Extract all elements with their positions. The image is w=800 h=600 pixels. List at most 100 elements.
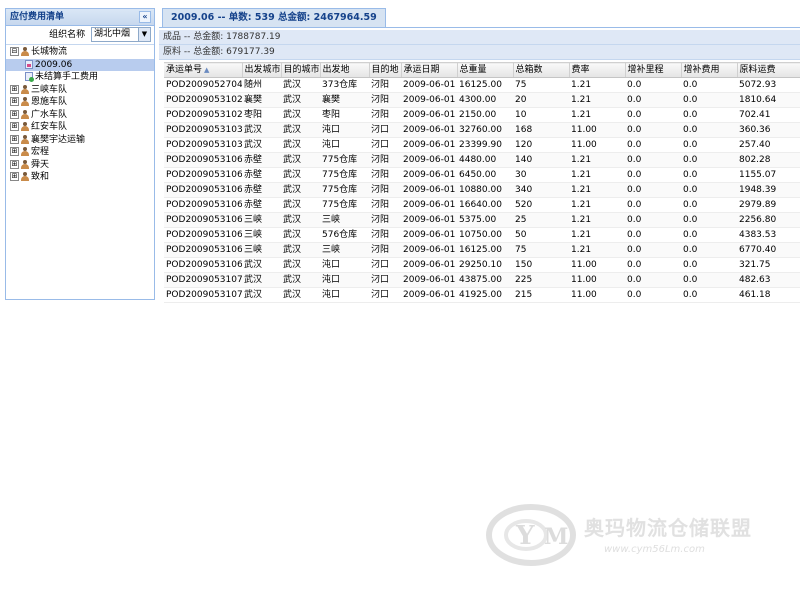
table-cell: 4480.00 [457, 152, 513, 168]
panel-header: 应付费用清单 « [6, 9, 154, 26]
table-cell: 215 [513, 287, 569, 303]
column-header[interactable]: 原料运费 [737, 62, 800, 78]
table-row[interactable]: POD20090531069 武汉 武汉 沌口 汈口 2009-06-01 29250.10… [164, 257, 800, 273]
table-cell: 汈口 [369, 122, 401, 138]
column-header[interactable]: 总箱数 [513, 62, 570, 78]
column-header[interactable]: 总重量 [457, 62, 514, 78]
column-header[interactable]: 增补费用 [681, 62, 738, 78]
table-cell: 6450.00 [457, 167, 513, 183]
expand-node-icon[interactable]: ⊞ [10, 159, 19, 169]
table-cell: 2150.00 [457, 107, 513, 123]
table-cell: 0.0 [625, 227, 681, 243]
table-row[interactable]: POD20090531066 三峡 武汉 576仓库 汈阳 2009-06-01 10750… [164, 227, 800, 243]
table-cell: 20 [513, 92, 569, 108]
group-icon [21, 147, 29, 156]
table-cell: 257.40 [737, 137, 800, 153]
table-cell: 150 [513, 257, 569, 273]
group-icon [21, 47, 29, 56]
table-row[interactable]: POD20090531025 襄樊 武汉 襄樊 汈阳 2009-06-01 4300.00 2… [164, 92, 800, 108]
table-cell: 枣阳 [242, 107, 281, 123]
table-row[interactable]: POD20090531067 三峡 武汉 三峡 汈阳 2009-06-01 16125.00… [164, 242, 800, 258]
table-row[interactable]: POD20090531035 武汉 武汉 沌口 汈口 2009-06-01 23399.90… [164, 137, 800, 153]
table-row[interactable]: POD20090531070 武汉 武汉 沌口 汈口 2009-06-01 43875.00… [164, 272, 800, 288]
tree-node[interactable]: ⊞ 恩施车队 [6, 96, 154, 109]
column-header-label: 费率 [571, 65, 590, 75]
table-cell: 汈口 [369, 137, 401, 153]
tree-node[interactable]: ⊞ 舜天 [6, 159, 154, 172]
column-header-label: 总重量 [459, 65, 487, 75]
org-select[interactable]: 湖北中烟 ▼ [91, 27, 151, 42]
table-cell: 0.0 [681, 77, 737, 93]
column-header[interactable]: 出发城市 [242, 62, 282, 78]
table-cell: 武汉 [242, 137, 281, 153]
table-cell: 10880.00 [457, 182, 513, 198]
table-row[interactable]: POD20090531062 赤壁 武汉 775仓库 汈阳 2009-06-01 6450.… [164, 167, 800, 183]
table-cell: POD20090531070 [164, 272, 242, 288]
table-row[interactable]: POD20090531034 武汉 武汉 沌口 汈口 2009-06-01 32760.00… [164, 122, 800, 138]
tab-month-summary[interactable]: 2009.06 -- 单数: 539 总金额: 2467964.59 [162, 8, 386, 27]
expand-node-icon[interactable]: ⊞ [10, 122, 19, 131]
table-row[interactable]: POD20090531071 武汉 武汉 沌口 汈口 2009-06-01 41925.00… [164, 287, 800, 303]
table-cell: 2009-06-01 [401, 107, 457, 123]
column-header[interactable]: 费率 [569, 62, 626, 78]
tree-node[interactable]: 未结算手工费用 [6, 71, 154, 84]
column-header[interactable]: 出发地 [320, 62, 370, 78]
table-row[interactable]: POD20090531061 赤壁 武汉 775仓库 汈阳 2009-06-01 4480.… [164, 152, 800, 168]
table-cell: 三峡 [320, 242, 369, 258]
table-cell: 775仓库 [320, 182, 369, 198]
waybill-table: 承运单号 ▲ 出发城市 目的城市 出发地 目的地 承运日期 总重量 总箱数 费率 增补里程 增补费用原… [164, 62, 800, 303]
column-header[interactable]: 目的城市 [281, 62, 321, 78]
expand-node-icon[interactable]: ⊞ [10, 172, 19, 181]
table-cell: 0.0 [625, 107, 681, 123]
tree-node[interactable]: ⊞ 三峡车队 [6, 84, 154, 97]
table-cell: 775仓库 [320, 197, 369, 213]
svg-text:M: M [544, 524, 568, 550]
table-row[interactable]: POD20090531026 枣阳 武汉 枣阳 汈阳 2009-06-01 2150.00 1… [164, 107, 800, 123]
table-cell: 1.21 [569, 227, 625, 243]
chevron-down-icon[interactable]: ▼ [138, 28, 150, 41]
column-header[interactable]: 承运日期 [401, 62, 458, 78]
table-cell: 0.0 [681, 152, 737, 168]
tree-node[interactable]: 2009.06 [6, 58, 154, 71]
expand-node-icon[interactable]: ⊞ [10, 109, 19, 119]
table-cell: 武汉 [281, 107, 320, 123]
table-cell: 2009-06-01 [401, 287, 457, 303]
table-cell: 4300.00 [457, 92, 513, 108]
column-header[interactable]: 承运单号 ▲ [164, 62, 243, 78]
tree-node[interactable]: ⊞ 宏程 [6, 146, 154, 159]
table-cell: 沌口 [320, 137, 369, 153]
table-cell: 武汉 [281, 77, 320, 93]
table-cell: 武汉 [281, 137, 320, 153]
table-row[interactable]: POD20090531063 赤壁 武汉 775仓库 汈阳 2009-06-01 10880… [164, 182, 800, 198]
table-cell: 武汉 [281, 287, 320, 303]
table-cell: 0.0 [625, 167, 681, 183]
column-header[interactable]: 增补里程 [625, 62, 682, 78]
column-header[interactable]: 目的地 [369, 62, 402, 78]
table-cell: POD20090531035 [164, 137, 242, 153]
table-cell: 2009-06-01 [401, 197, 457, 213]
table-cell: 11.00 [569, 272, 625, 288]
collapse-icon[interactable]: « [139, 11, 151, 23]
table-row[interactable]: POD20090527045 随州 武汉 373仓库 汈阳 2009-06-01 16125… [164, 77, 800, 93]
tree-node[interactable]: ⊞ 广水车队 [6, 109, 154, 122]
tree-node[interactable]: ⊞ 红安车队 [6, 121, 154, 134]
table-cell: 沌口 [320, 287, 369, 303]
collapse-node-icon[interactable]: ⊟ [10, 47, 19, 56]
table-cell: 武汉 [242, 287, 281, 303]
tree-node[interactable]: ⊞ 襄樊宇达运输 [6, 134, 154, 147]
expand-node-icon[interactable]: ⊞ [10, 147, 19, 156]
tree-node[interactable]: ⊞ 致和 [6, 171, 154, 184]
tree-node[interactable]: ⊟ 长城物流 [6, 46, 154, 59]
expand-node-icon[interactable]: ⊞ [10, 134, 19, 144]
tree-node-label: 红安车队 [31, 122, 68, 132]
expand-node-icon[interactable]: ⊞ [10, 97, 19, 106]
table-row[interactable]: POD20090531064 赤壁 武汉 775仓库 汈阳 2009-06-01 16640… [164, 197, 800, 213]
table-cell: 29250.10 [457, 257, 513, 273]
table-cell: 武汉 [281, 182, 320, 198]
table-row[interactable]: POD20090531065 三峡 武汉 三峡 汈阳 2009-06-01 5375.00 2… [164, 212, 800, 228]
table-cell: 1.21 [569, 212, 625, 228]
summary-finished-goods: 成品 -- 总金额: 1788787.19 [159, 30, 800, 45]
expand-node-icon[interactable]: ⊞ [10, 84, 19, 94]
table-cell: 75 [513, 77, 569, 93]
table-cell: 225 [513, 272, 569, 288]
